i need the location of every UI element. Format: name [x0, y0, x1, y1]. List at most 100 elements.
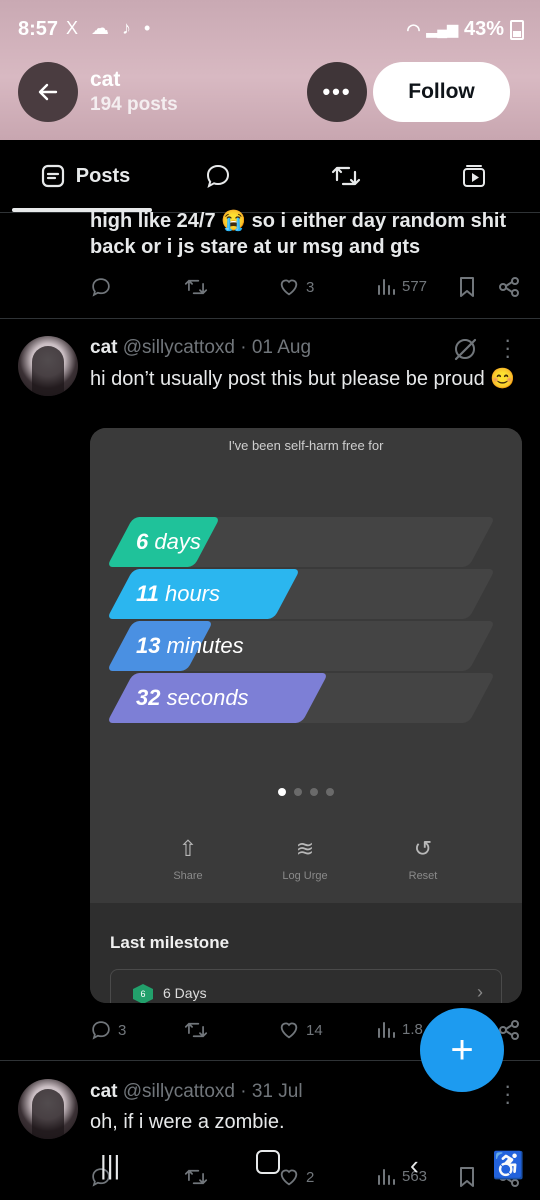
recent-apps-icon: ||| — [100, 1150, 121, 1180]
tracker-share: ⇧ Share — [143, 836, 233, 882]
home-icon — [256, 1150, 280, 1174]
seconds-unit: seconds — [166, 685, 249, 710]
plus-icon: + — [450, 1027, 474, 1072]
next-post-meta: cat @sillycattoxd · 31 Jul — [90, 1081, 490, 1103]
profile-posts-count: 194 posts — [90, 94, 178, 115]
next-bookmark-button[interactable] — [458, 1166, 476, 1188]
tab-media[interactable] — [446, 140, 502, 212]
repost-button[interactable] — [184, 1019, 208, 1041]
accessibility-icon: ♿ — [492, 1150, 525, 1180]
more-options-button[interactable]: ••• — [307, 62, 367, 122]
tracker-share-label: Share — [173, 870, 203, 882]
like-count: 14 — [306, 1021, 323, 1039]
post-more-button[interactable]: · · · — [504, 329, 511, 367]
posts-icon — [41, 164, 64, 188]
more-vertical-icon: · · · — [504, 1073, 512, 1114]
prev-views-count: 577 — [402, 277, 428, 295]
page-dot — [310, 788, 318, 796]
tab-reposts[interactable] — [318, 140, 374, 212]
next-like-button[interactable]: 2 — [278, 1166, 314, 1188]
prev-views-button[interactable]: 577 — [376, 276, 427, 296]
days-unit: days — [154, 529, 201, 554]
views-button[interactable]: 1.8 — [376, 1019, 423, 1039]
milestone-title: Last milestone — [110, 933, 230, 952]
next-post-handle-date: @sillycattoxd · 31 Jul — [122, 1081, 303, 1102]
page-dot-active — [278, 788, 286, 796]
upload-icon: ⇧ — [178, 836, 198, 861]
media-icon — [463, 165, 485, 187]
next-post-more-button[interactable]: · · · — [504, 1075, 511, 1113]
reply-icon — [206, 164, 230, 188]
bookmark-icon — [460, 277, 474, 297]
prev-repost-button[interactable] — [184, 276, 208, 298]
status-notification-icons: X ☁ ♪ • — [66, 18, 155, 38]
next-repost-button[interactable] — [184, 1166, 208, 1188]
grok-button[interactable] — [452, 336, 478, 362]
waves-icon: ≋ — [295, 836, 315, 861]
milestone-row: 6 6 Days › — [110, 969, 502, 1003]
prev-like-count: 3 — [306, 278, 315, 296]
reply-count: 3 — [118, 1021, 127, 1039]
minutes-unit: minutes — [166, 633, 244, 658]
bar-label-minutes: 13 minutes — [136, 621, 244, 671]
share-icon — [499, 277, 519, 297]
tracker-log-urge: ≋ Log Urge — [260, 836, 350, 882]
repost-icon — [184, 1169, 208, 1185]
page-dot — [326, 788, 334, 796]
tab-replies[interactable] — [190, 140, 246, 212]
prev-like-button[interactable]: 3 — [278, 276, 314, 298]
repost-icon — [331, 166, 361, 186]
views-icon — [378, 1022, 395, 1038]
views-icon — [378, 1169, 395, 1185]
wifi-icon: ◠ — [406, 21, 421, 39]
profile-name: cat — [90, 68, 121, 91]
post-author-name[interactable]: cat — [90, 337, 117, 358]
next-post-text: oh, if i were a zombie. — [90, 1111, 285, 1133]
views-count: 1.8 — [402, 1020, 423, 1038]
tab-posts[interactable]: Posts — [20, 140, 150, 212]
reply-button[interactable]: 3 — [90, 1019, 126, 1041]
home-button[interactable] — [256, 1150, 280, 1181]
next-views-button[interactable]: 563 — [376, 1166, 427, 1186]
tracker-log-urge-label: Log Urge — [282, 870, 328, 882]
hours-unit: hours — [164, 581, 221, 606]
accessibility-button[interactable]: ♿ — [492, 1150, 524, 1181]
milestone-section: Last milestone 6 6 Days › — [90, 903, 522, 1003]
prev-share-button[interactable] — [498, 276, 520, 298]
post-image[interactable]: I've been self-harm free for 6 days 11 h… — [90, 428, 522, 1003]
avatar[interactable] — [18, 336, 78, 396]
avatar[interactable] — [18, 1079, 78, 1139]
back-button[interactable] — [18, 62, 78, 122]
more-vertical-icon: · · · — [504, 327, 512, 368]
profile-header: 8:57 X ☁ ♪ • ◠ ▂▄▆ 43% cat 194 posts •••… — [0, 0, 540, 140]
status-bar: 8:57 X ☁ ♪ • ◠ ▂▄▆ 43% — [0, 14, 540, 48]
hours-number: 11 — [136, 581, 159, 606]
bar-label-days: 6 days — [136, 517, 201, 567]
reply-icon — [92, 278, 110, 297]
next-post-author-name[interactable]: cat — [90, 1081, 117, 1102]
post-meta: cat @sillycattoxd · 01 Aug — [90, 337, 490, 359]
tracker-title: I've been self-harm free for — [228, 438, 384, 453]
recent-apps-button[interactable]: ||| — [100, 1150, 120, 1181]
history-icon: ↺ — [413, 836, 433, 861]
compose-post-button[interactable]: + — [420, 1008, 504, 1092]
repost-icon — [184, 1022, 208, 1038]
like-button[interactable]: 14 — [278, 1019, 323, 1041]
tab-posts-label: Posts — [75, 164, 131, 187]
status-right: ◠ ▂▄▆ 43% — [407, 18, 524, 41]
tracker-screen: I've been self-harm free for 6 days 11 h… — [90, 428, 522, 903]
prev-bookmark-button[interactable] — [458, 276, 476, 298]
grok-icon — [454, 338, 477, 361]
post-text: hi don’t usually post this but please be… — [90, 368, 516, 390]
system-back-button[interactable]: ‹ — [410, 1150, 419, 1181]
page-indicator — [278, 788, 334, 796]
tracker-reset: ↺ Reset — [378, 836, 468, 882]
follow-button[interactable]: Follow — [373, 62, 510, 122]
post-handle-date: @sillycattoxd · 01 Aug — [122, 337, 312, 358]
bar-label-seconds: 32 seconds — [136, 673, 249, 723]
tracker-reset-label: Reset — [408, 870, 438, 882]
seconds-number: 32 — [136, 685, 161, 710]
prev-reply-button[interactable] — [90, 276, 112, 298]
days-number: 6 — [136, 529, 149, 554]
battery-percent: 43% — [463, 18, 504, 40]
